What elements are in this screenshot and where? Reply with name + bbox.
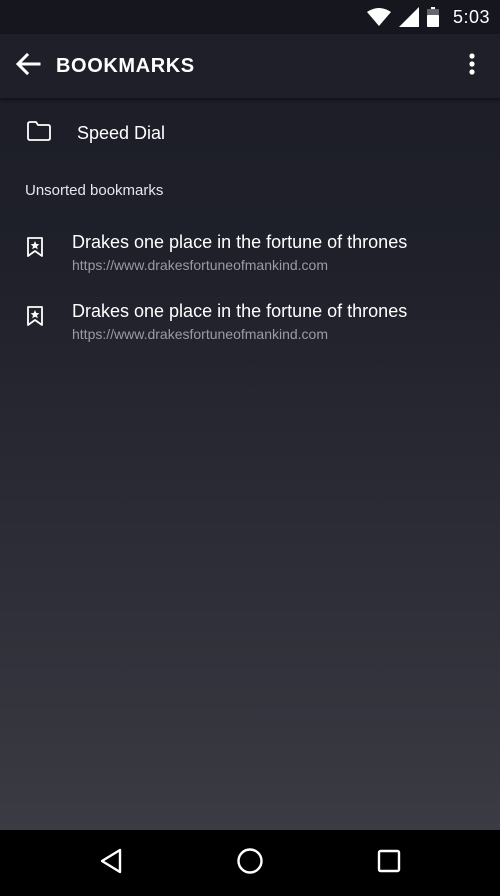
status-icons: 5:03 [366, 0, 490, 34]
overflow-menu-button[interactable] [454, 48, 490, 84]
bookmarks-screen: 5:03 BOOKMARKS Speed Dial Unsorted bookm… [0, 0, 500, 896]
wifi-icon [366, 8, 391, 26]
folder-icon [26, 120, 52, 147]
nav-home-button[interactable] [232, 845, 268, 881]
bookmark-item[interactable]: Drakes one place in the fortune of thron… [0, 295, 500, 357]
more-vert-icon [469, 52, 475, 80]
page-title: BOOKMARKS [56, 55, 195, 77]
status-time: 5:03 [452, 6, 490, 27]
nav-recents-icon [377, 849, 401, 878]
arrow-back-icon [15, 52, 41, 80]
status-bar: 5:03 [0, 0, 500, 34]
nav-back-icon [99, 848, 123, 879]
speed-dial-folder[interactable]: Speed Dial [0, 100, 500, 166]
back-button[interactable] [10, 48, 46, 84]
system-nav-bar [0, 830, 500, 896]
cell-signal-icon [398, 7, 419, 27]
bookmark-title: Drakes one place in the fortune of thron… [72, 301, 408, 321]
bookmark-icon [25, 305, 45, 332]
nav-home-icon [236, 847, 264, 880]
bookmark-url: https://www.drakesfortuneofmankind.com [72, 257, 329, 273]
bookmark-item[interactable]: Drakes one place in the fortune of thron… [0, 226, 500, 288]
app-bar: BOOKMARKS [0, 34, 500, 98]
nav-recents-button[interactable] [371, 845, 407, 881]
bookmark-url: https://www.drakesfortuneofmankind.com [72, 326, 329, 342]
bookmark-icon [25, 236, 45, 263]
bookmark-title: Drakes one place in the fortune of thron… [72, 232, 408, 252]
nav-back-button[interactable] [93, 845, 129, 881]
battery-icon [426, 7, 439, 27]
section-header: Unsorted bookmarks [25, 182, 164, 199]
speed-dial-label: Speed Dial [77, 123, 166, 143]
